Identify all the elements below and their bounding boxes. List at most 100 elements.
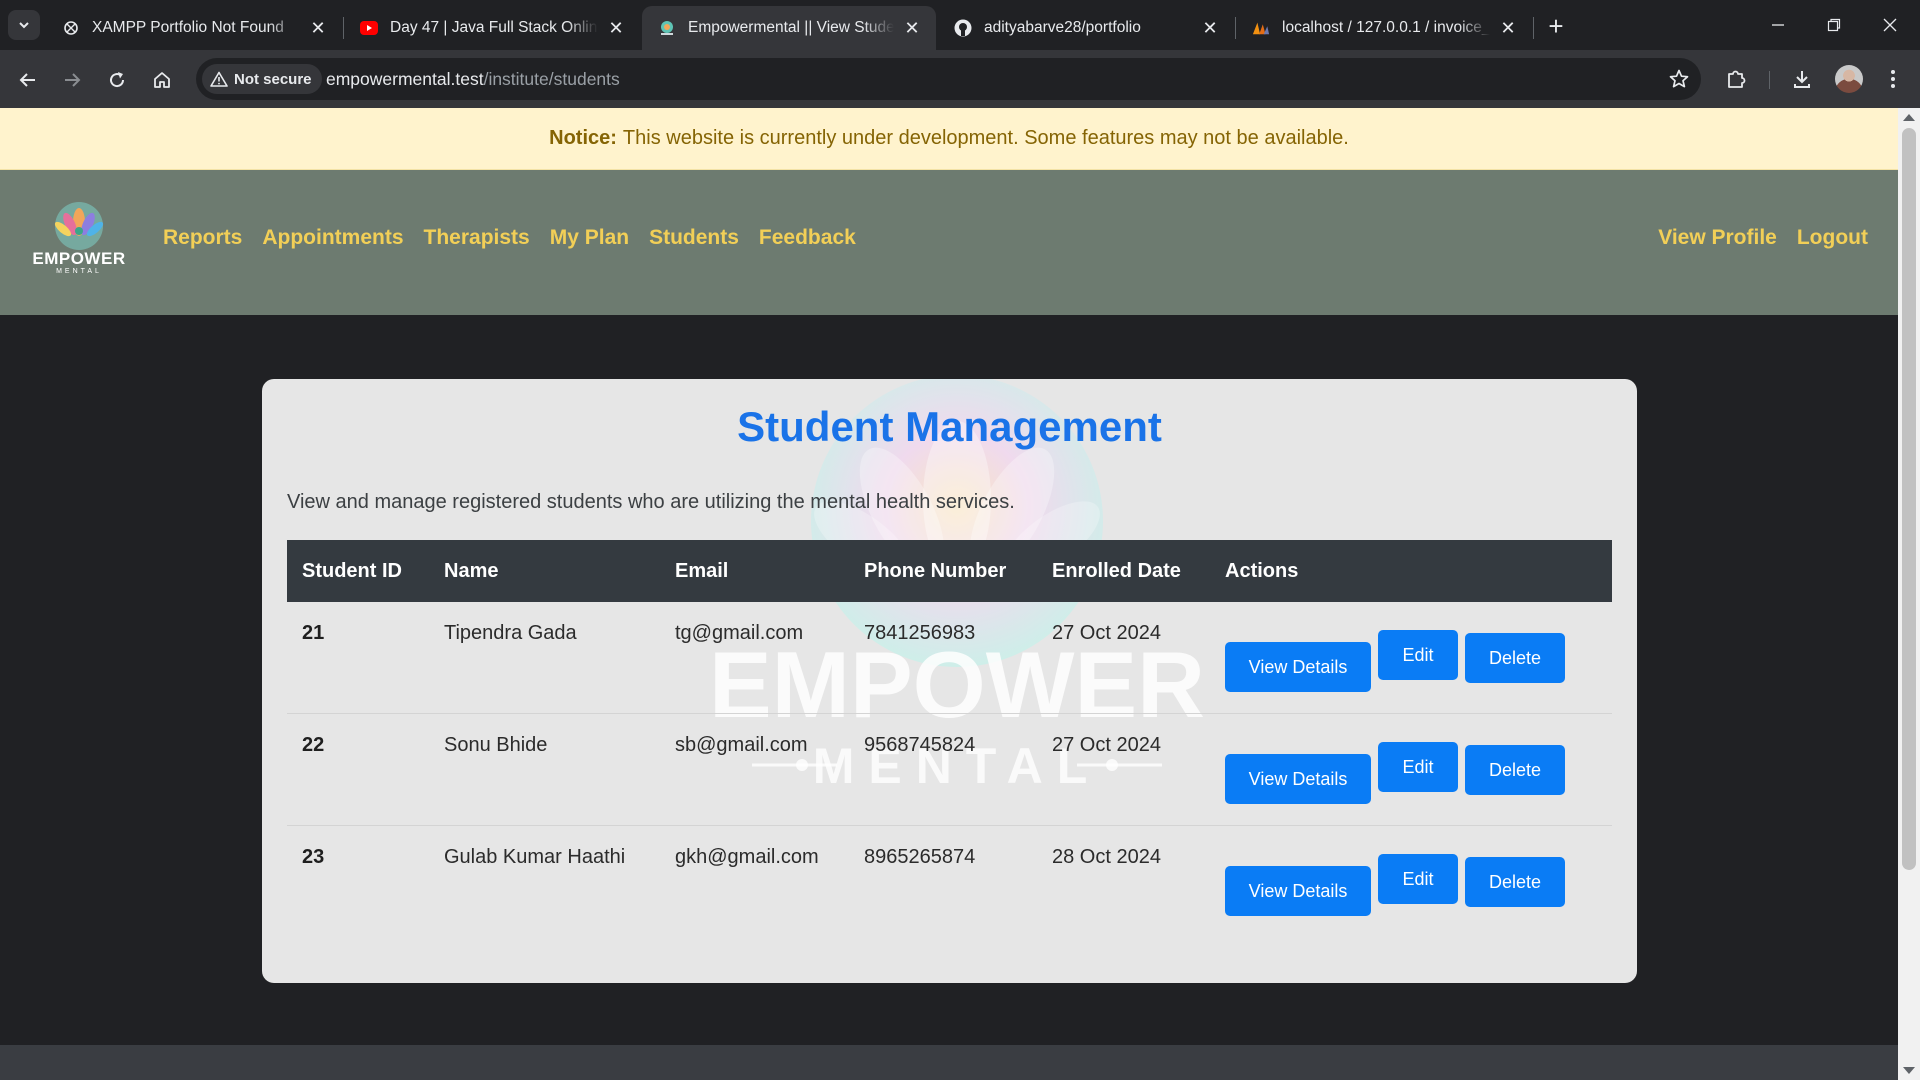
arrow-left-icon — [19, 73, 35, 87]
scroll-down-arrow[interactable] — [1903, 1067, 1915, 1074]
delete-button[interactable]: Delete — [1465, 745, 1565, 795]
nav-students[interactable]: Students — [649, 226, 739, 250]
delete-button[interactable]: Delete — [1465, 857, 1565, 907]
student-id: 23 — [302, 846, 325, 868]
puzzle-icon — [1728, 70, 1746, 88]
notice-label: Notice: — [549, 127, 617, 149]
security-chip[interactable]: Not secure — [202, 64, 322, 94]
table-row: 23 Gulab Kumar Haathi gkh@gmail.com 8965… — [287, 826, 1612, 938]
nav-my-plan[interactable]: My Plan — [550, 226, 629, 250]
nav-therapists[interactable]: Therapists — [424, 226, 530, 250]
download-icon — [1794, 71, 1810, 88]
tab-xampp[interactable]: XAMPP Portfolio Not Found ✕ — [46, 6, 342, 50]
student-email: gkh@gmail.com — [675, 846, 819, 868]
table-row: 22 Sonu Bhide sb@gmail.com 9568745824 27… — [287, 714, 1612, 826]
address-bar[interactable]: Not secure empowermental.test/institute/… — [196, 58, 1701, 100]
edit-button[interactable]: Edit — [1378, 854, 1458, 904]
tab-empowermental[interactable]: Empowermental || View Students ✕ — [642, 6, 936, 50]
minimize-button[interactable] — [1750, 0, 1806, 50]
notice-banner: Notice: This website is currently under … — [0, 108, 1898, 170]
forward-button[interactable] — [54, 62, 90, 98]
close-icon[interactable]: ✕ — [606, 18, 626, 38]
toolbar-divider — [1769, 71, 1770, 89]
downloads-button[interactable] — [1788, 65, 1816, 93]
close-icon[interactable]: ✕ — [1498, 18, 1518, 38]
nav-appointments[interactable]: Appointments — [262, 226, 403, 250]
logo-subtext: MENTAL — [56, 268, 102, 275]
profile-avatar[interactable] — [1835, 65, 1863, 93]
close-icon[interactable]: ✕ — [902, 18, 922, 38]
student-email: sb@gmail.com — [675, 734, 808, 756]
column-header-actions: Actions — [1225, 560, 1299, 582]
delete-button[interactable]: Delete — [1465, 633, 1565, 683]
scroll-up-arrow[interactable] — [1903, 114, 1915, 121]
close-window-button[interactable] — [1862, 0, 1918, 50]
tab-github[interactable]: adityabarve28/portfolio ✕ — [938, 6, 1234, 50]
home-button[interactable] — [144, 62, 180, 98]
tab-title: XAMPP Portfolio Not Found — [92, 19, 284, 36]
tab-search-button[interactable] — [8, 10, 40, 40]
browser-toolbar: Not secure empowermental.test/institute/… — [0, 50, 1920, 108]
student-phone: 9568745824 — [864, 734, 976, 756]
lotus-head-icon — [54, 202, 104, 250]
view-details-button[interactable]: View Details — [1225, 642, 1371, 692]
nav-feedback[interactable]: Feedback — [759, 226, 856, 250]
page-scrollbar[interactable] — [1898, 108, 1920, 1080]
star-icon — [1669, 69, 1689, 88]
page-description: View and manage registered students who … — [287, 491, 1015, 513]
reload-button[interactable] — [99, 62, 135, 98]
site-header: EMPOWER MENTAL Reports Appointments Ther… — [0, 170, 1898, 315]
nav-logout[interactable]: Logout — [1797, 226, 1868, 250]
column-header-email: Email — [675, 560, 729, 582]
url-text[interactable]: empowermental.test/institute/students — [326, 69, 620, 90]
column-header-name: Name — [444, 560, 499, 582]
browser-tab-strip: XAMPP Portfolio Not Found ✕ Day 47 | Jav… — [0, 0, 1920, 50]
restore-icon — [1827, 18, 1841, 32]
close-icon[interactable]: ✕ — [308, 18, 328, 38]
github-icon — [954, 19, 972, 37]
arrow-right-icon — [65, 73, 81, 87]
new-tab-button[interactable]: + — [1542, 10, 1570, 41]
extensions-button[interactable] — [1722, 65, 1750, 93]
phpmyadmin-icon — [1252, 19, 1270, 37]
empower-favicon — [658, 19, 676, 37]
warning-icon — [210, 71, 228, 87]
plus-icon: + — [1548, 10, 1564, 41]
more-vertical-icon — [1891, 70, 1895, 88]
tab-phpmyadmin[interactable]: localhost / 127.0.0.1 / invoice_manageme… — [1236, 6, 1532, 50]
view-details-button[interactable]: View Details — [1225, 754, 1371, 804]
student-phone: 8965265874 — [864, 846, 976, 868]
close-icon[interactable]: ✕ — [1200, 18, 1220, 38]
student-id: 21 — [302, 622, 325, 644]
tab-youtube[interactable]: Day 47 | Java Full Stack Online Training… — [344, 6, 640, 50]
back-button[interactable] — [10, 62, 46, 98]
tab-title: adityabarve28/portfolio — [984, 19, 1141, 36]
student-enrolled-date: 28 Oct 2024 — [1052, 846, 1161, 868]
logo-text: EMPOWER — [32, 249, 126, 268]
edit-button[interactable]: Edit — [1378, 742, 1458, 792]
column-header-phone: Phone Number — [864, 560, 1007, 582]
column-header-enrolled-date: Enrolled Date — [1052, 560, 1181, 582]
edit-button[interactable]: Edit — [1378, 630, 1458, 680]
tab-title: Empowermental || View Students — [688, 19, 894, 36]
notice-text: This website is currently under developm… — [622, 127, 1349, 149]
nav-reports[interactable]: Reports — [163, 226, 242, 250]
column-header-student-id: Student ID — [302, 560, 402, 582]
footer-strip — [0, 1045, 1898, 1080]
students-table: Student ID Name Email Phone Number Enrol… — [287, 540, 1612, 938]
main-nav: Reports Appointments Therapists My Plan … — [163, 226, 856, 250]
restore-button[interactable] — [1806, 0, 1862, 50]
tab-title: Day 47 | Java Full Stack Online Training — [390, 19, 598, 36]
nav-view-profile[interactable]: View Profile — [1658, 226, 1777, 250]
student-enrolled-date: 27 Oct 2024 — [1052, 622, 1161, 644]
browser-menu-button[interactable] — [1879, 65, 1907, 93]
view-details-button[interactable]: View Details — [1225, 866, 1371, 916]
home-icon — [154, 72, 170, 88]
account-nav: View Profile Logout — [1658, 226, 1868, 250]
student-name: Tipendra Gada — [444, 622, 577, 644]
close-icon — [1883, 18, 1897, 32]
bookmark-star-button[interactable] — [1667, 67, 1691, 91]
scroll-thumb[interactable] — [1902, 128, 1916, 870]
student-name: Gulab Kumar Haathi — [444, 846, 626, 868]
empower-logo[interactable]: EMPOWER MENTAL — [30, 198, 128, 282]
